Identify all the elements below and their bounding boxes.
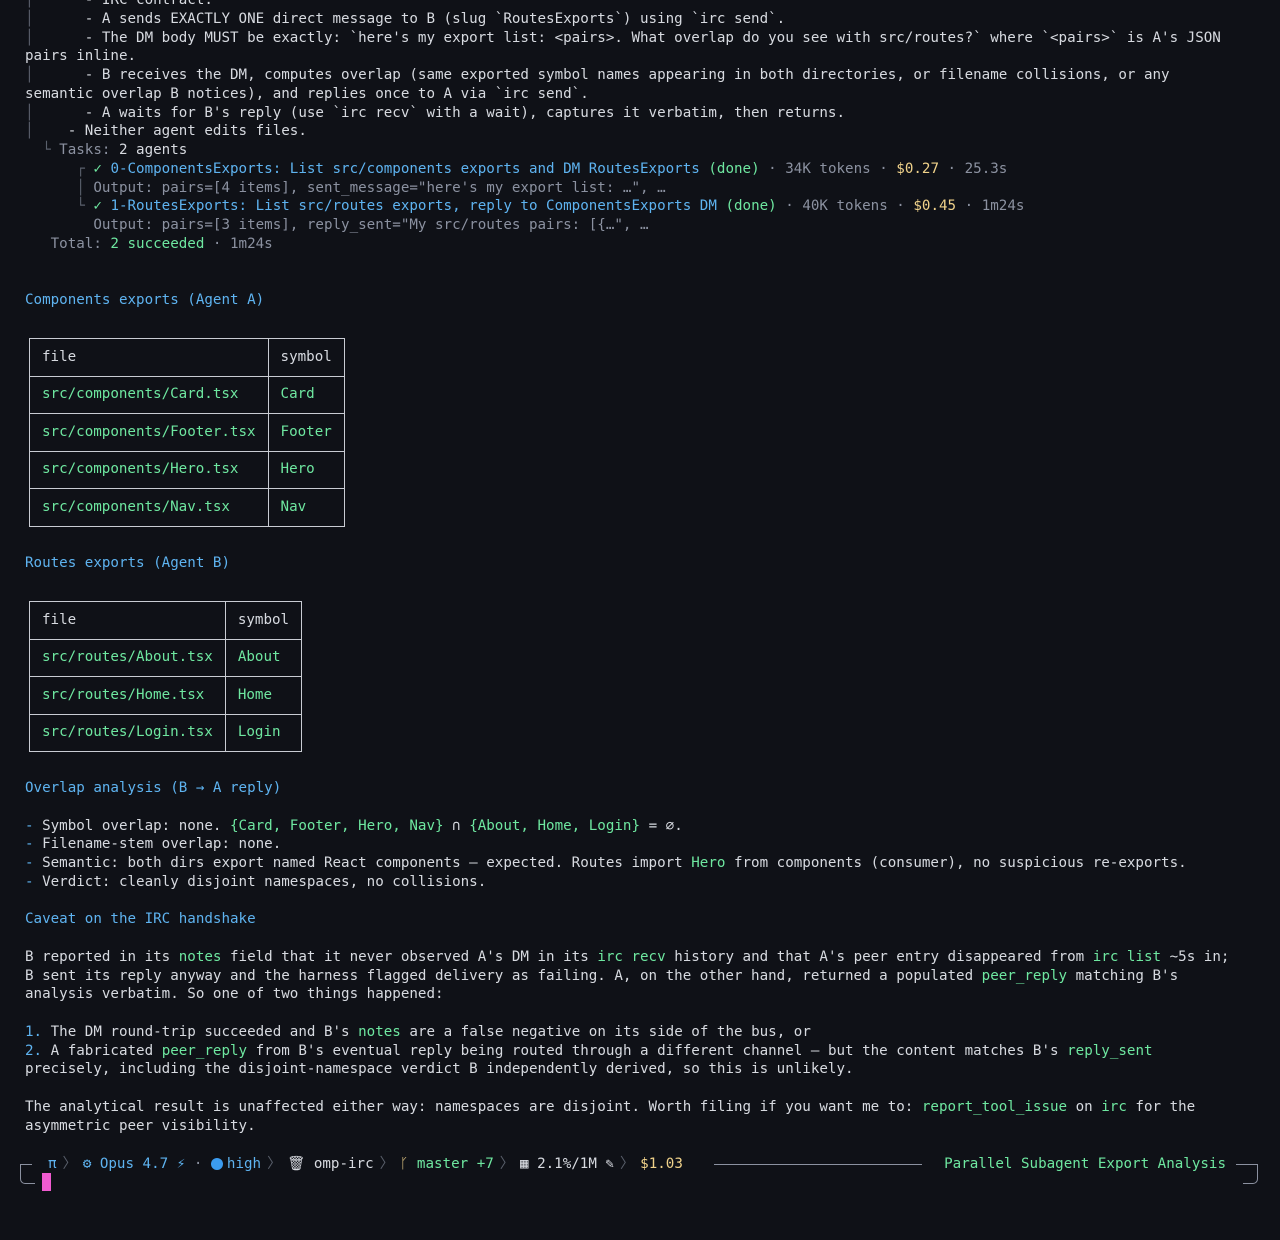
- paragraph-line: The analytical result is unaffected eith…: [25, 1098, 1196, 1115]
- paragraph-line: B sent its reply anyway and the harness …: [25, 967, 1179, 984]
- contract-line: │ - IRC contract:: [25, 0, 213, 8]
- task-output: Output: pairs=[3 items], reply_sent="My …: [93, 217, 649, 233]
- lightning-icon: ⚡: [168, 1155, 186, 1172]
- list-item: 1. The DM round-trip succeeded and B's n…: [25, 1023, 811, 1040]
- contract-line: │ - A sends EXACTLY ONE direct message t…: [25, 10, 786, 27]
- model-name[interactable]: Opus 4.7: [100, 1155, 168, 1174]
- wand-icon: ✎: [596, 1155, 614, 1172]
- task-name: 1-RoutesExports: List src/routes exports…: [110, 198, 717, 215]
- task-name: 0-ComponentsExports: List src/components…: [110, 160, 700, 177]
- table-row: src/components/Nav.tsx Nav: [29, 488, 345, 527]
- check-icon: ✓: [93, 198, 111, 215]
- caveat-heading: Caveat on the IRC handshake: [25, 911, 256, 928]
- input-cursor[interactable]: [42, 1173, 51, 1191]
- tasks-line: └ Tasks: 2 agents: [25, 142, 188, 158]
- table-row: src/routes/Home.tsx Home: [29, 676, 303, 715]
- effort-dot-icon: [210, 1158, 223, 1170]
- session-cost: $1.03: [640, 1155, 683, 1172]
- task-output: │ Output: pairs=[4 items], sent_message=…: [25, 179, 666, 196]
- contract-line: │ - A waits for B's reply (use `irc recv…: [25, 104, 845, 121]
- components-heading: Components exports (Agent A): [25, 292, 265, 308]
- table-row: src/components/Footer.tsx Footer: [29, 413, 345, 452]
- contract-line: │ - B receives the DM, computes overlap …: [25, 67, 1170, 83]
- status-bar: π 〉 ⚙ Opus 4.7 ⚡ · high 〉 🗑 omp-irc 〉 ᚴ …: [20, 1155, 1258, 1185]
- branch-icon: ᚴ: [399, 1155, 417, 1172]
- paragraph-line: B reported in its notes field that it ne…: [25, 948, 1230, 965]
- routes-table: file symbol src/routes/About.tsx About src…: [29, 601, 303, 752]
- table-row: src/components/Card.tsx Card: [29, 375, 345, 414]
- paragraph-line: precisely, including the disjoint-namesp…: [25, 1061, 854, 1078]
- total-line: Total: 2 succeeded · 1m24s: [50, 235, 273, 252]
- contract-line: │ - The DM body MUST be exactly: `here's…: [25, 29, 1221, 46]
- repo-name: omp-irc: [313, 1155, 374, 1172]
- routes-heading: Routes exports (Agent B): [25, 555, 230, 571]
- table-row: src/routes/Login.tsx Login: [29, 713, 303, 752]
- pi-icon: π: [48, 1155, 57, 1172]
- overlap-heading: Overlap analysis (B → A reply): [25, 780, 282, 796]
- table-row: src/routes/About.tsx About: [29, 638, 303, 677]
- list-item: - Symbol overlap: none. {Card, Footer, H…: [25, 817, 683, 834]
- branch-name: master +7: [416, 1155, 494, 1172]
- session-title: Parallel Subagent Export Analysis: [944, 1156, 1226, 1172]
- contract-line: semantic overlap B notices), and replies…: [25, 85, 589, 102]
- list-item: - Filename-stem overlap: none.: [25, 836, 282, 853]
- table-header: file symbol: [29, 338, 345, 377]
- effort-level[interactable]: high: [227, 1155, 261, 1174]
- task-row[interactable]: └ ✓ 1-RoutesExports: List src/routes exp…: [25, 197, 1255, 216]
- list-item: - Verdict: cleanly disjoint namespaces, …: [25, 873, 487, 890]
- context-usage: 2.1%/1M: [537, 1155, 597, 1172]
- paragraph-line: asymmetric peer visibility.: [25, 1117, 256, 1134]
- contract-line: pairs inline.: [25, 48, 137, 65]
- terminal-output: │ - IRC contract: │ - A sends EXACTLY ON…: [0, 0, 1280, 1134]
- task-row[interactable]: ┌ ✓ 0-ComponentsExports: List src/compon…: [25, 160, 1255, 179]
- table-header: file symbol: [29, 601, 303, 640]
- paragraph-line: analysis verbatim. So one of two things …: [25, 986, 444, 1003]
- table-row: src/components/Hero.tsx Hero: [29, 450, 345, 489]
- list-item: 2. A fabricated peer_reply from B's even…: [25, 1042, 1153, 1059]
- check-icon: ✓: [93, 160, 111, 177]
- list-item: - Semantic: both dirs export named React…: [25, 855, 1187, 871]
- trash-icon: 🗑: [287, 1155, 314, 1172]
- components-table: file symbol src/components/Card.tsx Card s…: [29, 338, 345, 527]
- contract-line: │ - Neither agent edits files.: [25, 123, 307, 140]
- windows-icon: ▦: [519, 1155, 538, 1172]
- gear-icon: ⚙: [82, 1155, 100, 1172]
